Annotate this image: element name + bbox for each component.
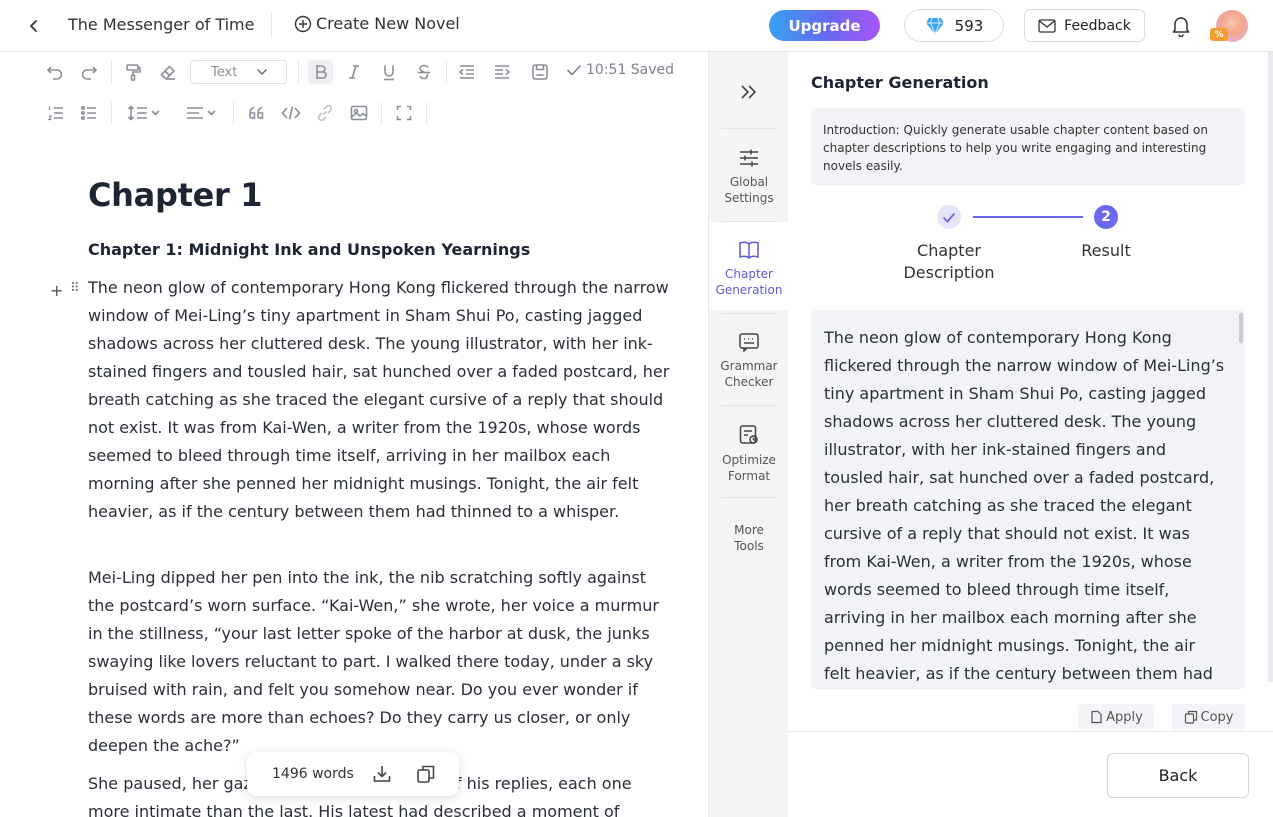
format-painter-icon[interactable]: [122, 60, 144, 84]
copy-button[interactable]: Copy: [1172, 704, 1245, 730]
editor-area[interactable]: Chapter 1 Chapter 1: Midnight Ink and Un…: [0, 150, 708, 817]
image-icon[interactable]: [348, 101, 370, 125]
chapter-subtitle: Chapter 1: Midnight Ink and Unspoken Yea…: [88, 240, 531, 259]
align-icon[interactable]: [184, 101, 220, 125]
add-block-icon[interactable]: +: [50, 281, 63, 300]
diamond-icon: [925, 17, 944, 35]
bell-icon[interactable]: [1169, 14, 1193, 38]
bullet-list-icon[interactable]: [78, 101, 100, 125]
tools-rail: Global Settings Chapter Generation Gramm…: [708, 52, 789, 817]
rail-item-chapter-generation[interactable]: Chapter Generation: [709, 222, 789, 310]
top-header: The Messenger of Time Create New Novel U…: [0, 0, 1273, 52]
italic-icon[interactable]: [343, 60, 365, 84]
step-connector: [973, 216, 1083, 218]
create-new-novel-button[interactable]: Create New Novel: [294, 13, 460, 35]
step-number[interactable]: 2: [1094, 205, 1118, 229]
rail-item-label: Chapter Generation: [715, 267, 783, 297]
paragraph: Mei-Ling dipped her pen into the ink, th…: [88, 568, 659, 755]
novel-title[interactable]: The Messenger of Time: [68, 14, 254, 36]
grammar-check-icon: [739, 333, 759, 352]
strikethrough-icon[interactable]: [413, 60, 435, 84]
header-divider: [271, 12, 272, 38]
text-style-value: Text: [211, 64, 238, 80]
apply-button[interactable]: Apply: [1078, 704, 1154, 730]
chapter-heading: Chapter 1: [88, 176, 263, 214]
toolbar-divider: [446, 61, 447, 83]
copy-label: Copy: [1200, 710, 1234, 725]
chevron-down-icon: [257, 69, 267, 75]
toolbar-divider: [381, 102, 382, 124]
format-optimize-icon: [739, 425, 758, 444]
code-icon[interactable]: [280, 101, 302, 125]
word-count: 1496 words: [272, 766, 354, 782]
feedback-label: Feedback: [1064, 17, 1131, 34]
toolbar-divider: [298, 61, 299, 83]
rail-item-label: Grammar Checker: [720, 359, 778, 389]
avatar-badge: %: [1210, 28, 1228, 41]
panel-footer-divider: [788, 731, 1273, 732]
step-label[interactable]: Result: [1056, 240, 1156, 262]
quote-icon[interactable]: [246, 101, 268, 125]
copy-icon: [1184, 710, 1197, 724]
copy-icon[interactable]: [415, 763, 437, 785]
rail-item-label: Optimize Format: [722, 453, 776, 483]
toolbar-divider: [233, 102, 234, 124]
rail-divider: [721, 128, 777, 129]
step-label[interactable]: Chapter Description: [889, 240, 1009, 284]
toolbar-divider: [426, 102, 427, 124]
toolbar-divider: [111, 61, 112, 83]
back-arrow-icon[interactable]: [22, 14, 46, 38]
result-text[interactable]: The neon glow of contemporary Hong Kong …: [811, 310, 1245, 689]
indent-decrease-icon[interactable]: [456, 60, 478, 84]
rail-item-label: More Tools: [734, 523, 764, 553]
toolbar-divider: [111, 102, 112, 124]
indent-increase-icon[interactable]: [491, 60, 513, 84]
feedback-button[interactable]: Feedback: [1024, 9, 1145, 42]
line-height-icon[interactable]: [125, 101, 165, 125]
back-button[interactable]: Back: [1107, 753, 1249, 798]
create-new-novel-label: Create New Novel: [316, 14, 460, 33]
rail-item-label: Global Settings: [724, 175, 774, 205]
redo-icon[interactable]: [78, 60, 100, 84]
open-book-icon: [739, 241, 759, 259]
fullscreen-icon[interactable]: [393, 101, 415, 125]
paragraph: The neon glow of contemporary Hong Kong …: [88, 278, 670, 521]
download-icon[interactable]: [371, 763, 393, 785]
text-style-select[interactable]: Text: [190, 60, 287, 84]
apply-icon: [1091, 710, 1102, 724]
underline-icon[interactable]: [378, 60, 400, 84]
panel-title: Chapter Generation: [811, 73, 989, 92]
word-count-bar: 1496 words: [247, 752, 459, 796]
credits-balance[interactable]: 593: [904, 9, 1004, 42]
ordered-list-icon[interactable]: [45, 101, 67, 125]
rail-item-global-settings[interactable]: Global Settings: [709, 130, 789, 218]
result-scrollbar[interactable]: [1239, 313, 1243, 343]
eraser-icon[interactable]: [157, 60, 179, 84]
drag-handle-icon[interactable]: ⠿: [70, 281, 80, 296]
intro-text: Introduction: Quickly generate usable ch…: [811, 108, 1245, 185]
upgrade-button[interactable]: Upgrade: [769, 10, 880, 41]
sliders-icon: [740, 149, 758, 167]
rail-item-optimize-format[interactable]: Optimize Format: [709, 406, 789, 494]
rail-item-more-tools[interactable]: More Tools: [709, 498, 789, 586]
rail-item-grammar-checker[interactable]: Grammar Checker: [709, 314, 789, 402]
panel-scrollbar[interactable]: [1268, 52, 1273, 682]
plus-circle-icon: [294, 15, 312, 33]
saved-status: 10:51 Saved: [566, 62, 674, 78]
apply-label: Apply: [1106, 710, 1143, 725]
chapter-generation-panel: Chapter Generation Introduction: Quickly…: [788, 52, 1273, 817]
collapse-panel-icon[interactable]: [737, 80, 761, 104]
credits-count: 593: [954, 16, 984, 35]
save-icon[interactable]: [529, 60, 551, 84]
undo-icon[interactable]: [44, 60, 66, 84]
link-icon[interactable]: [314, 101, 336, 125]
step-done-check-icon[interactable]: [937, 205, 961, 229]
saved-time: 10:51 Saved: [586, 62, 675, 78]
checkmark-icon: [566, 64, 582, 76]
mail-icon: [1038, 18, 1056, 33]
avatar[interactable]: %: [1210, 10, 1248, 42]
bold-icon[interactable]: [308, 60, 333, 84]
